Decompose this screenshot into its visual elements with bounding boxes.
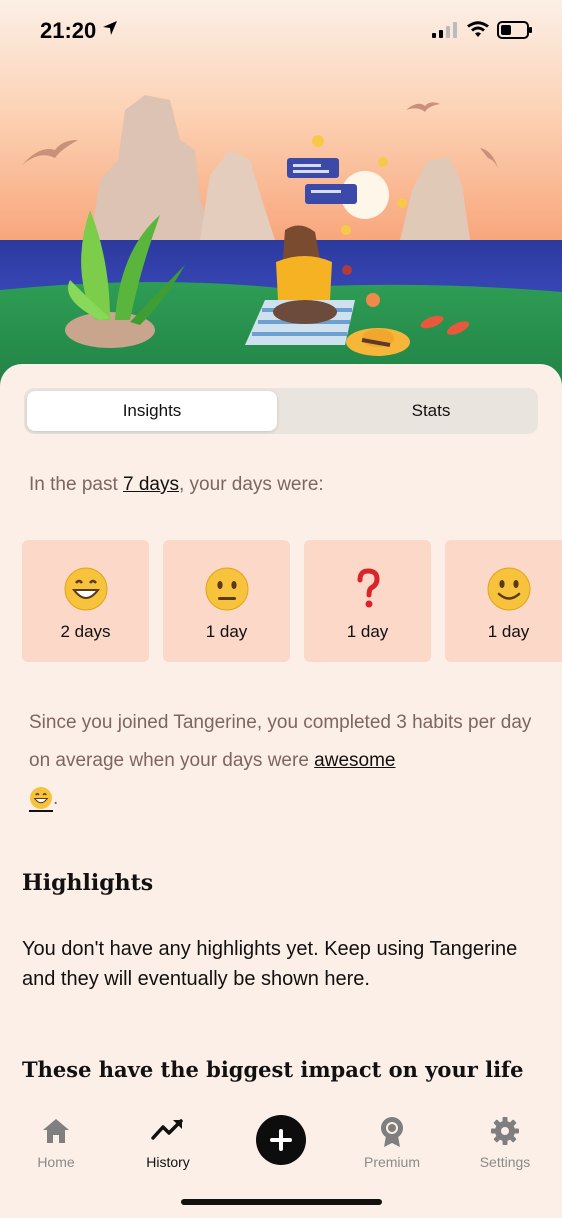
segmented-control: Insights Stats xyxy=(24,388,538,434)
summary-line: In the past 7 days, your days were: xyxy=(29,474,324,496)
home-indicator[interactable] xyxy=(181,1199,382,1205)
plus-icon xyxy=(269,1128,293,1152)
tab-premium[interactable]: Premium xyxy=(342,1098,442,1178)
highlights-empty-text: You don't have any highlights yet. Keep … xyxy=(22,938,518,990)
tab-home-label: Home xyxy=(37,1154,75,1170)
mood-count: 1 day xyxy=(487,622,530,641)
tab-history-label: History xyxy=(146,1154,190,1170)
mood-count: 2 days xyxy=(60,622,111,641)
mood-count: 1 day xyxy=(346,622,389,641)
mood-card-good[interactable]: 1 day xyxy=(445,540,562,662)
impact-heading: These have the biggest impact on your li… xyxy=(22,1057,524,1082)
tab-settings-label: Settings xyxy=(479,1154,531,1170)
add-button[interactable] xyxy=(256,1115,306,1165)
wifi-icon xyxy=(466,20,490,43)
home-icon xyxy=(6,1116,106,1146)
question-mark-icon xyxy=(304,566,431,612)
highlights-heading: Highlights xyxy=(22,870,154,896)
location-arrow-icon xyxy=(102,20,118,41)
summary-suffix: , your days were: xyxy=(179,474,324,495)
hero-illustration xyxy=(0,0,562,400)
award-icon xyxy=(342,1116,442,1148)
mood-count: 1 day xyxy=(205,622,248,641)
neutral-face-icon xyxy=(163,566,290,612)
cellular-signal-icon xyxy=(432,22,458,43)
grinning-face-icon xyxy=(29,786,53,812)
tab-history[interactable]: History xyxy=(118,1098,218,1178)
trending-up-icon xyxy=(118,1116,218,1142)
tab-insights[interactable]: Insights xyxy=(27,391,277,431)
tab-home[interactable]: Home xyxy=(6,1098,106,1178)
summary-prefix: In the past xyxy=(29,474,124,495)
mood-card-neutral[interactable]: 1 day xyxy=(163,540,290,662)
tab-stats[interactable]: Stats xyxy=(306,391,556,431)
battery-icon xyxy=(497,21,533,44)
grinning-face-icon xyxy=(22,566,149,612)
gear-icon xyxy=(455,1116,555,1146)
habits-insight-text: Since you joined Tangerine, you complete… xyxy=(29,712,532,771)
period-link[interactable]: 7 days xyxy=(123,474,179,495)
tab-settings[interactable]: Settings xyxy=(455,1098,555,1178)
mood-card-unknown[interactable]: 1 day xyxy=(304,540,431,662)
habits-insight: Since you joined Tangerine, you complete… xyxy=(29,704,539,818)
status-time: 21:20 xyxy=(40,18,97,43)
status-bar: 21:20 xyxy=(0,0,562,60)
mood-card-awesome[interactable]: 2 days xyxy=(22,540,149,662)
tab-premium-label: Premium xyxy=(363,1154,420,1170)
sentence-end: . xyxy=(53,788,59,809)
mood-link-awesome[interactable]: awesome xyxy=(314,750,395,771)
slightly-smiling-face-icon xyxy=(445,566,562,612)
